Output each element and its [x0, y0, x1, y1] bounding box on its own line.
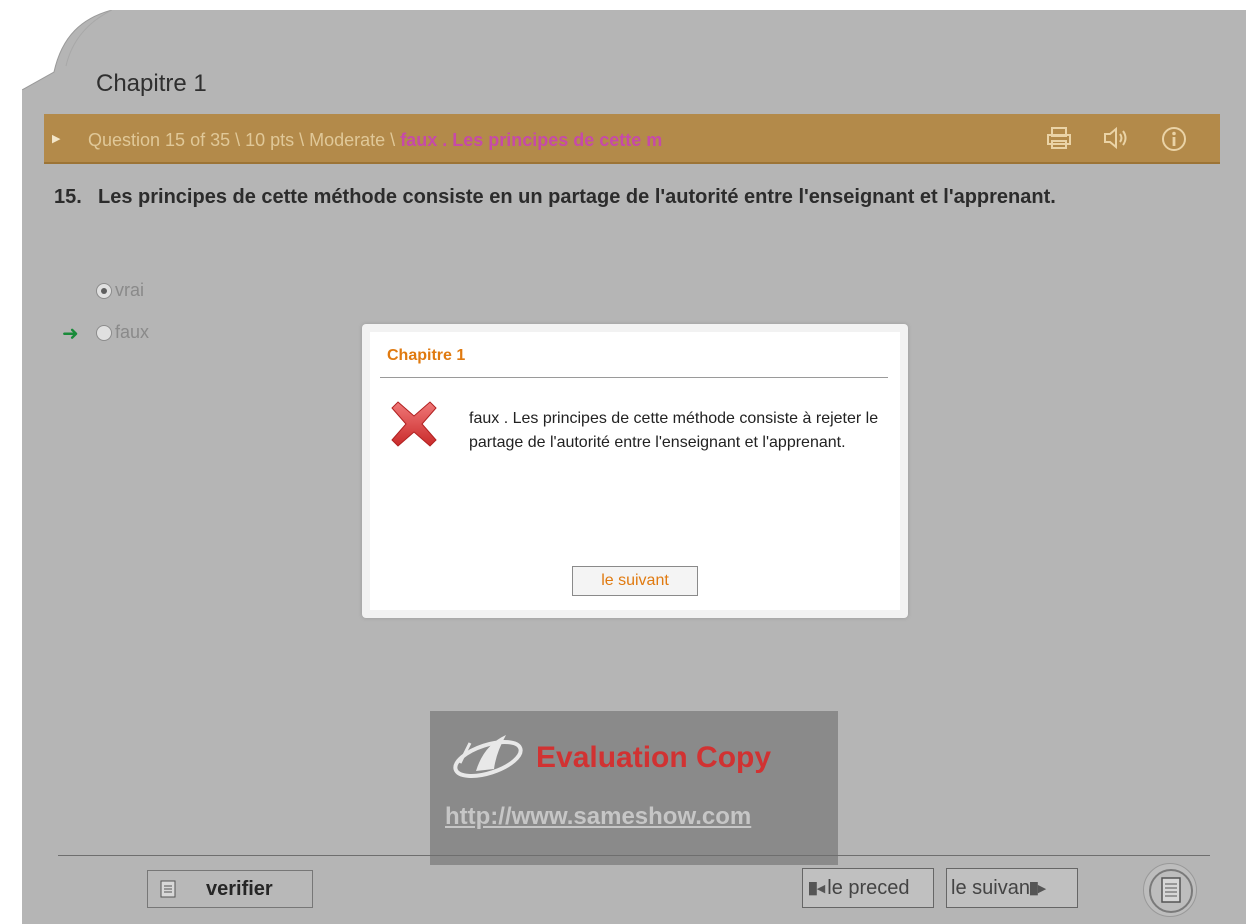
- verify-button[interactable]: verifier: [147, 870, 313, 908]
- answer-snippet: faux . Les principes de cette m: [400, 130, 663, 150]
- document-icon: [160, 880, 176, 898]
- list-icon: [1149, 869, 1193, 913]
- dialog-divider: [380, 377, 888, 378]
- dialog-title: Chapitre 1: [387, 347, 466, 364]
- incorrect-x-icon: [391, 401, 437, 447]
- sound-icon[interactable]: [1102, 125, 1130, 156]
- question-info-text: Question 15 of 35 \ 10 pts \ Moderate \ …: [88, 130, 662, 151]
- correct-answer-arrow-icon: ➜: [62, 323, 79, 345]
- bar-bullet-icon: ▶: [52, 133, 61, 145]
- next-button[interactable]: le suivan █▶: [946, 868, 1078, 908]
- watermark-url: http://www.sameshow.com: [445, 803, 752, 830]
- question-body: Les principes de cette méthode consiste …: [98, 186, 1056, 208]
- dialog-next-button[interactable]: le suivant: [572, 566, 698, 596]
- verify-label: verifier: [206, 877, 273, 900]
- print-icon[interactable]: [1046, 125, 1072, 156]
- chapter-title: Chapitre 1: [96, 70, 207, 97]
- option-label: faux: [115, 322, 150, 342]
- next-arrow-icon: █▶: [1029, 882, 1047, 895]
- feedback-dialog-body: Chapitre 1 faux . Les principes de cette…: [370, 332, 900, 610]
- dialog-message: faux . Les principes de cette méthode co…: [469, 410, 879, 451]
- quiz-stage: Chapitre 1 ▶ Question 15 of 35 \ 10 pts …: [22, 10, 1246, 924]
- info-icon[interactable]: [1160, 125, 1188, 158]
- question-list-button[interactable]: [1143, 863, 1197, 917]
- radio-unselected-icon[interactable]: [96, 324, 112, 341]
- previous-button[interactable]: █◀ le preced: [802, 868, 934, 908]
- feedback-dialog: Chapitre 1 faux . Les principes de cette…: [362, 324, 908, 618]
- option-label: vrai: [115, 280, 145, 300]
- question-number: 15.: [54, 186, 82, 208]
- option-faux[interactable]: faux: [96, 322, 149, 343]
- previous-arrow-icon: █◀: [809, 882, 826, 895]
- footer-divider: [58, 855, 1210, 856]
- watermark-text: Evaluation Copy: [536, 741, 772, 774]
- question-info-bar: ▶ Question 15 of 35 \ 10 pts \ Moderate …: [44, 114, 1220, 164]
- sameshow-logo-icon: [453, 735, 523, 778]
- previous-label: le preced: [827, 876, 910, 899]
- option-vrai[interactable]: vrai: [96, 280, 144, 301]
- next-label: le suivan: [951, 876, 1030, 899]
- radio-selected-icon[interactable]: [96, 282, 112, 299]
- question-meta: Question 15 of 35 \ 10 pts \ Moderate \: [88, 130, 401, 150]
- evaluation-watermark: Evaluation Copy http://www.sameshow.com: [430, 711, 838, 865]
